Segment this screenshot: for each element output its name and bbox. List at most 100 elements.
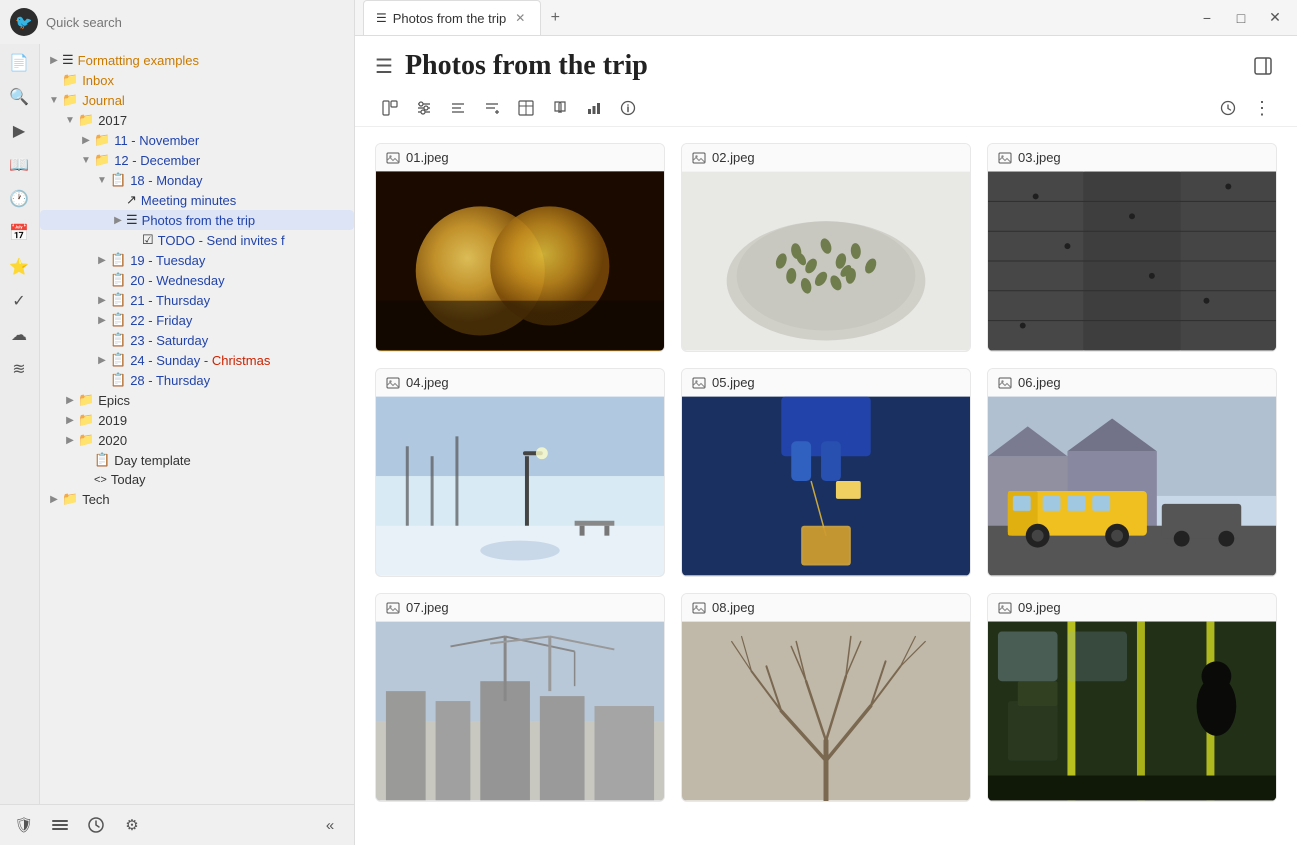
active-tab[interactable]: ☰ Photos from the trip ✕ [363,0,541,35]
sidebar-item-todo[interactable]: ☑ TODO - Send invites f [40,230,354,250]
sidebar-item-21thursday[interactable]: ▶ 📋 21 - Thursday [40,290,354,310]
panel-toggle-btn[interactable] [1249,52,1277,80]
gallery-image-04 [376,396,664,576]
sidebar-item-tech[interactable]: ▶ 📁 Tech [40,489,354,509]
layout-btn[interactable] [375,94,405,122]
gallery-item-02[interactable]: 02.jpeg [681,143,971,352]
sidebar-item-label: 2019 [98,413,348,428]
search-input[interactable] [46,15,344,30]
filename: 08.jpeg [712,600,755,615]
new-tab-btn[interactable]: + [541,4,569,32]
folder-icon: 📁 [78,392,94,408]
gallery-item-06[interactable]: 06.jpeg [987,368,1277,577]
minimize-btn[interactable]: − [1193,4,1221,32]
arrow-icon: ▶ [94,255,110,266]
sidebar-item-label: Tech [82,492,348,507]
book-btn[interactable] [545,94,575,122]
sidebar-item-november[interactable]: ▶ 📁 11 - November [40,130,354,150]
folder-icon: 📁 [78,112,94,128]
sidebar-item-epics[interactable]: ▶ 📁 Epics [40,390,354,410]
nav-send[interactable]: ▶ [4,116,34,146]
arrow-icon: ▶ [62,415,78,426]
arrow-icon: ▶ [46,494,62,505]
sidebar-item-23saturday[interactable]: 📋 23 - Saturday [40,330,354,350]
sidebar-item-label: Meeting minutes [141,193,348,208]
tab-close-btn[interactable]: ✕ [512,10,528,26]
sidebar-item-december[interactable]: ▼ 📁 12 - December [40,150,354,170]
nav-layers[interactable]: ≋ [4,354,34,384]
calendar-icon: 📋 [110,352,126,368]
sidebar-item-day-template[interactable]: 📋 Day template [40,450,354,470]
gallery-image-02 [682,171,970,351]
calendar-icon: 📋 [110,272,126,288]
align-plus-btn[interactable] [477,94,507,122]
gallery-item-08[interactable]: 08.jpeg [681,593,971,802]
sidebar-item-meeting[interactable]: ↗ Meeting minutes [40,190,354,210]
sidebar-item-2019[interactable]: ▶ 📁 2019 [40,410,354,430]
gallery-item-01[interactable]: 01.jpeg [375,143,665,352]
sidebar-item-journal[interactable]: ▼ 📁 Journal [40,90,354,110]
sidebar-item-20wednesday[interactable]: 📋 20 - Wednesday [40,270,354,290]
nav-book[interactable]: 📖 [4,150,34,180]
gallery-image-03 [988,171,1276,351]
sidebar-item-inbox[interactable]: 📁 Inbox [40,70,354,90]
nav-cloud[interactable]: ☁ [4,320,34,350]
sidebar-item-label: 19 - Tuesday [130,253,348,268]
link-icon: ↗ [126,192,137,208]
sidebar-item-label: 2020 [98,433,348,448]
nav-check[interactable]: ✓ [4,286,34,316]
gallery-item-03[interactable]: 03.jpeg [987,143,1277,352]
sidebar-item-2017[interactable]: ▼ 📁 2017 [40,110,354,130]
chart-btn[interactable] [579,94,609,122]
nav-star[interactable]: ⭐ [4,252,34,282]
filename: 04.jpeg [406,375,449,390]
maximize-btn[interactable]: □ [1227,4,1255,32]
page-icon: ☰ [126,212,138,228]
todo-icon: ☑ [142,232,154,248]
gallery-item-04[interactable]: 04.jpeg [375,368,665,577]
sidebar-item-label: Journal [82,93,348,108]
calendar-icon: 📋 [110,312,126,328]
info-btn[interactable] [613,94,643,122]
sidebar-item-24sunday[interactable]: ▶ 📋 24 - Sunday - Christmas [40,350,354,370]
sliders-btn[interactable] [409,94,439,122]
circle-btn[interactable] [82,811,110,839]
gallery-label: 02.jpeg [682,144,970,171]
sidebar-item-19tuesday[interactable]: ▶ 📋 19 - Tuesday [40,250,354,270]
history-btn[interactable] [1213,94,1243,122]
calendar-icon: 📋 [110,332,126,348]
sidebar-item-label: 2017 [98,113,348,128]
layers-btn[interactable] [46,811,74,839]
nav-document[interactable]: 📄 [4,48,34,78]
gallery-item-09[interactable]: 09.jpeg [987,593,1277,802]
sidebar-item-formatting[interactable]: ▶ ☰ Formatting examples [40,50,354,70]
sidebar-item-22friday[interactable]: ▶ 📋 22 - Friday [40,310,354,330]
filename: 07.jpeg [406,600,449,615]
settings-btn[interactable]: ⚙ [118,811,146,839]
sidebar-item-28thursday[interactable]: 📋 28 - Thursday [40,370,354,390]
nav-clock[interactable]: 🕐 [4,184,34,214]
nav-calendar[interactable]: 📅 [4,218,34,248]
sidebar-footer: 🛡 ⚙ « [0,804,354,845]
sidebar-item-2020[interactable]: ▶ 📁 2020 [40,430,354,450]
arrow-icon: ▼ [62,115,78,126]
sidebar-item-photos[interactable]: ▶ ☰ Photos from the trip [40,210,354,230]
align-left-btn[interactable] [443,94,473,122]
table-btn[interactable] [511,94,541,122]
sidebar-item-label: 12 - December [114,153,348,168]
close-btn[interactable]: ✕ [1261,4,1289,32]
gallery-label: 07.jpeg [376,594,664,621]
gallery-item-05[interactable]: 05.jpeg [681,368,971,577]
shield-icon[interactable]: 🛡 [10,811,38,839]
page-title: Photos from the trip [405,50,648,82]
arrow-icon: ▶ [46,55,62,66]
more-options-btn[interactable]: ⋮ [1247,94,1277,122]
gallery-label: 01.jpeg [376,144,664,171]
sidebar-item-today[interactable]: <> Today [40,470,354,489]
sidebar-item-18monday[interactable]: ▼ 📋 18 - Monday [40,170,354,190]
sidebar-item-label: 20 - Wednesday [130,273,348,288]
nav-search[interactable]: 🔍 [4,82,34,112]
image-icon [692,376,706,390]
collapse-btn[interactable]: « [316,811,344,839]
gallery-item-07[interactable]: 07.jpeg [375,593,665,802]
